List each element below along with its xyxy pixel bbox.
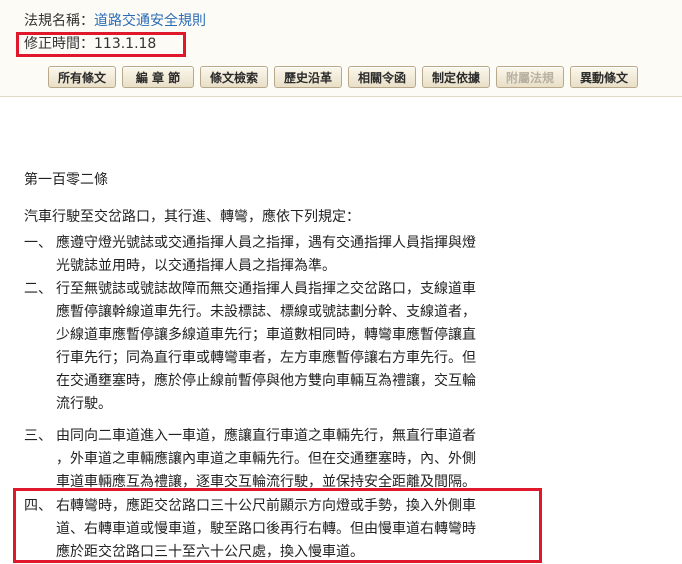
header-divider bbox=[0, 96, 682, 97]
item-line: 流行駛。 bbox=[56, 396, 112, 412]
item-line: 行至無號誌或號誌故障而無交通指揮人員指揮之交岔路口，支線道車 bbox=[56, 281, 476, 297]
item-line: 少線道車應暫停讓多線道車先行；車道數相同時，轉彎車應暫停讓直 bbox=[56, 327, 476, 343]
amended-date-row: 修正時間：113.1.18 bbox=[24, 35, 156, 53]
item-number: 四、 bbox=[24, 498, 52, 514]
amended-label: 修正時間： bbox=[24, 36, 94, 52]
item-line: ，外車道之車輛應讓內車道之車輛先行。但在交通壅塞時，內、外側 bbox=[56, 451, 476, 467]
item-line: 應遵守燈光號誌或交通指揮人員之指揮，遇有交通指揮人員指揮與燈 bbox=[56, 235, 476, 251]
article-search-button[interactable]: 條文檢索 bbox=[200, 66, 268, 88]
law-toolbar: 所有條文 編 章 節 條文檢索 歷史沿革 相關令函 制定依據 附屬法規 異動條文 bbox=[48, 66, 638, 88]
item-number: 三、 bbox=[24, 428, 52, 444]
law-name-label: 法規名稱： bbox=[24, 13, 94, 29]
item-line: 光號誌並用時，以交通指揮人員之指揮為準。 bbox=[56, 258, 336, 274]
article-item-3: 三、 由同向二車道進入一車道，應讓直行車道之車輛先行，無直行車道者 ，外車道之車… bbox=[24, 425, 476, 494]
article-item-4: 四、 右轉彎時，應距交岔路口三十公尺前顯示方向燈或手勢，換入外側車 道、右轉車道… bbox=[24, 495, 476, 564]
item-line: 應於距交岔路口三十至六十公尺處，換入慢車道。 bbox=[56, 544, 364, 560]
item-line: 應暫停讓幹線道車先行。未設標誌、標線或號誌劃分幹、支線道者， bbox=[56, 304, 476, 320]
item-line: 行車先行；同為直行車或轉彎車者，左方車應暫停讓右方車先行。但 bbox=[56, 350, 476, 366]
article-title: 第一百零二條 bbox=[24, 172, 108, 188]
amended-date: 113.1.18 bbox=[94, 36, 157, 52]
history-button[interactable]: 歷史沿革 bbox=[274, 66, 342, 88]
item-number: 二、 bbox=[24, 281, 52, 297]
law-name-row: 法規名稱：道路交通安全規則 bbox=[24, 12, 206, 30]
item-line: 右轉彎時，應距交岔路口三十公尺前顯示方向燈或手勢，換入外側車 bbox=[56, 498, 476, 514]
item-line: 車道車輛應互為禮讓，逐車交互輪流行駛，並保持安全距離及間隔。 bbox=[56, 474, 476, 490]
related-rulings-button[interactable]: 相關令函 bbox=[348, 66, 416, 88]
legal-basis-button[interactable]: 制定依據 bbox=[422, 66, 490, 88]
article-item-1: 一、 應遵守燈光號誌或交通指揮人員之指揮，遇有交通指揮人員指揮與燈 光號誌並用時… bbox=[24, 232, 476, 278]
all-articles-button[interactable]: 所有條文 bbox=[48, 66, 116, 88]
subsidiary-laws-button: 附屬法規 bbox=[496, 66, 564, 88]
chapters-button[interactable]: 編 章 節 bbox=[122, 66, 194, 88]
article-intro: 汽車行駛至交岔路口，其行進、轉彎，應依下列規定： bbox=[24, 209, 360, 225]
item-line: 道、右轉車道或慢車道，駛至路口後再行右轉。但由慢車道右轉彎時 bbox=[56, 521, 476, 537]
changed-articles-button[interactable]: 異動條文 bbox=[570, 66, 638, 88]
item-line: 由同向二車道進入一車道，應讓直行車道之車輛先行，無直行車道者 bbox=[56, 428, 476, 444]
item-line: 在交通壅塞時，應於停止線前暫停與他方雙向車輛互為禮讓，交互輪 bbox=[56, 373, 476, 389]
article-item-2: 二、 行至無號誌或號誌故障而無交通指揮人員指揮之交岔路口，支線道車 應暫停讓幹線… bbox=[24, 278, 476, 416]
item-number: 一、 bbox=[24, 235, 52, 251]
law-name-link[interactable]: 道路交通安全規則 bbox=[94, 13, 206, 29]
